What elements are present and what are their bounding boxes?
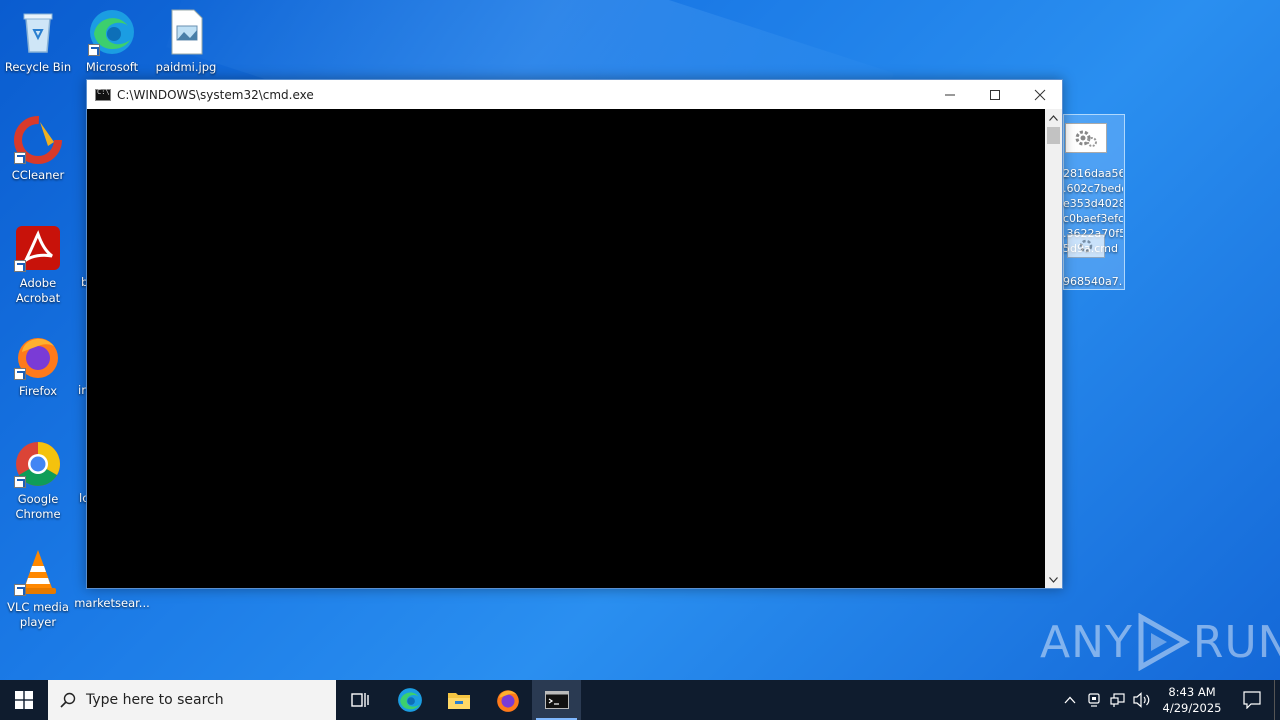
taskbar-firefox-button[interactable] (483, 680, 532, 720)
chevron-down-icon (1049, 576, 1058, 583)
minimize-button[interactable] (927, 80, 973, 109)
edge-icon (397, 688, 422, 712)
ccleaner-icon (14, 116, 62, 164)
cmd-icon (95, 88, 111, 101)
taskbar-clock[interactable]: 8:43 AM 4/29/2025 (1154, 684, 1230, 716)
window-title: C:\WINDOWS\system32\cmd.exe (117, 87, 314, 102)
shortcut-arrow-icon (88, 44, 100, 56)
shortcut-arrow-icon (14, 476, 26, 488)
search-icon (60, 692, 76, 708)
tray-volume-button[interactable] (1130, 680, 1154, 720)
desktop-icon-label: CCleaner (11, 168, 65, 182)
shortcut-arrow-icon (14, 584, 26, 596)
device-icon (1088, 693, 1100, 707)
taskbar-edge-button[interactable] (385, 680, 434, 720)
image-file-icon (162, 8, 210, 56)
scrollbar-thumb[interactable] (1047, 127, 1060, 144)
desktop-icon-label: paidmi.jpg (155, 60, 217, 74)
taskbar-search-box[interactable]: Type here to search (48, 680, 336, 720)
maximize-icon (990, 89, 1000, 100)
partial-desktop-label: ir (78, 383, 86, 397)
desktop-icon-marketsearch[interactable]: marketsear... (74, 596, 150, 611)
vertical-scrollbar[interactable] (1045, 109, 1062, 588)
show-desktop-button[interactable] (1274, 680, 1280, 720)
notification-icon (1243, 691, 1261, 709)
desktop-icon-label: Firefox (18, 384, 58, 398)
volume-icon (1133, 692, 1150, 708)
cmd-window[interactable]: C:\WINDOWS\system32\cmd.exe (86, 79, 1063, 589)
network-icon (1110, 693, 1125, 707)
watermark-text-left: ANY (1040, 616, 1133, 668)
chrome-icon (14, 440, 62, 488)
start-button[interactable] (0, 680, 48, 720)
desktop-icon-recycle-bin[interactable]: Recycle Bin (0, 8, 76, 75)
desktop-icon-ccleaner[interactable]: CCleaner (0, 116, 76, 183)
tray-device-button[interactable] (1082, 680, 1106, 720)
firefox-icon (14, 332, 62, 380)
task-view-icon (350, 693, 369, 707)
desktop-icon-label: Adobe Acrobat (15, 276, 61, 305)
desktop-icon-label: Recycle Bin (4, 60, 72, 74)
desktop-icon-label: Google Chrome (15, 492, 61, 521)
task-view-button[interactable] (336, 680, 385, 720)
clock-date: 4/29/2025 (1162, 701, 1222, 715)
taskbar-file-explorer-button[interactable] (434, 680, 483, 720)
shortcut-arrow-icon (14, 152, 26, 164)
window-titlebar[interactable]: C:\WINDOWS\system32\cmd.exe (87, 80, 1062, 109)
recycle-bin-icon (14, 8, 62, 56)
selected-file-name[interactable]: 968540a7... (1063, 274, 1123, 289)
windows-logo-icon (15, 691, 33, 709)
folder-icon (447, 693, 470, 709)
desktop-icon-chrome[interactable]: Google Chrome (0, 440, 76, 522)
close-icon (1034, 89, 1046, 100)
scroll-down-button[interactable] (1045, 571, 1062, 588)
desktop-icon-paidmi[interactable]: paidmi.jpg (148, 8, 224, 75)
watermark-text-right: RUN (1192, 616, 1280, 668)
chevron-up-icon (1064, 696, 1076, 704)
taskbar: Type here to search 8:43 AM 4/29/2025 (0, 680, 1280, 720)
taskbar-cmd-button[interactable] (532, 680, 581, 720)
settings-file-icon (1067, 234, 1105, 258)
maximize-button[interactable] (972, 80, 1018, 109)
cmd-icon (544, 691, 569, 709)
scroll-up-button[interactable] (1045, 109, 1062, 126)
console-output-area[interactable] (87, 109, 1046, 588)
edge-icon (88, 8, 136, 56)
minimize-icon (945, 94, 955, 95)
desktop-icon-acrobat[interactable]: Adobe Acrobat (0, 224, 76, 306)
desktop-icon-vlc[interactable]: VLC media player (0, 548, 76, 630)
desktop-icon-edge[interactable]: Microsoft Edge (74, 8, 150, 75)
acrobat-icon (14, 224, 62, 272)
vlc-icon (14, 548, 62, 596)
tray-network-button[interactable] (1106, 680, 1130, 720)
clock-time: 8:43 AM (1168, 685, 1216, 699)
shortcut-arrow-icon (14, 368, 26, 380)
desktop-icon-label: Microsoft Edge (85, 60, 139, 74)
system-tray: 8:43 AM 4/29/2025 (1058, 680, 1280, 720)
close-button[interactable] (1017, 80, 1063, 109)
chevron-up-icon (1049, 114, 1058, 121)
tray-overflow-button[interactable] (1058, 680, 1082, 720)
desktop-icon-label: marketsear... (74, 596, 150, 610)
anyrun-watermark: ANY RUN (1040, 612, 1280, 672)
action-center-button[interactable] (1230, 680, 1274, 720)
search-placeholder: Type here to search (86, 692, 224, 708)
settings-file-icon (1065, 123, 1107, 153)
play-logo-icon (1138, 613, 1190, 671)
shortcut-arrow-icon (14, 260, 26, 272)
desktop-icon-label: VLC media player (7, 600, 69, 629)
desktop-icon-firefox[interactable]: Firefox (0, 332, 76, 399)
firefox-icon (496, 690, 519, 712)
